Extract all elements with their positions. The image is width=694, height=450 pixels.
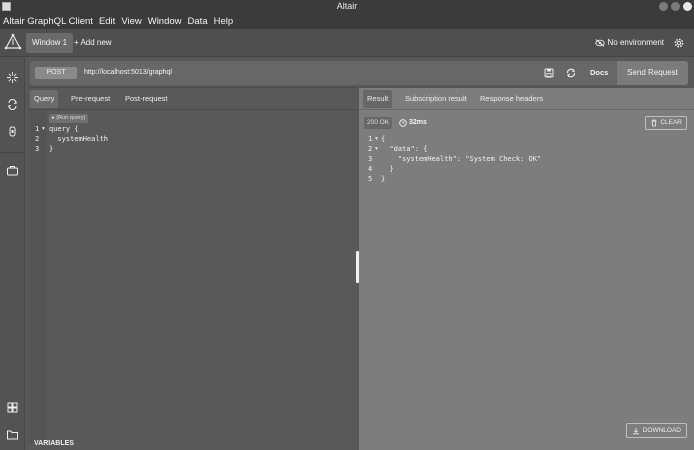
- json-line: }: [381, 175, 386, 183]
- code-line: systemHealth: [49, 135, 109, 143]
- code-line: }: [49, 145, 54, 153]
- url-bar: POST http://localhost:5013/graphql Docs …: [30, 61, 688, 85]
- line-number: 4: [368, 165, 373, 173]
- sparkle-icon[interactable]: [6, 71, 19, 84]
- editor-gutter: [29, 111, 47, 443]
- plugin-icon[interactable]: [6, 125, 19, 138]
- code-line: query {: [49, 125, 79, 133]
- menu-view[interactable]: View: [121, 16, 141, 27]
- clear-label: CLEAR: [660, 119, 682, 126]
- url-input[interactable]: http://localhost:5013/graphql: [84, 61, 172, 85]
- briefcase-icon[interactable]: [6, 164, 19, 177]
- json-line: }: [381, 165, 394, 173]
- json-line: {: [381, 135, 386, 143]
- response-time-value: 32ms: [409, 119, 427, 126]
- fold-arrow-icon[interactable]: ▼: [374, 146, 379, 152]
- save-icon[interactable]: [543, 67, 555, 79]
- json-line: "systemHealth": "System Check: OK": [381, 155, 542, 163]
- run-query-button[interactable]: ▸ (Run query): [49, 114, 89, 123]
- download-icon: [632, 427, 639, 434]
- fold-arrow-icon[interactable]: ▼: [374, 136, 379, 142]
- window-tab[interactable]: Window 1: [26, 33, 74, 53]
- eye-off-icon: [594, 39, 605, 47]
- altair-logo-icon[interactable]: [4, 33, 22, 51]
- line-number: 3: [35, 145, 40, 153]
- tab-query[interactable]: Query: [30, 90, 59, 108]
- menu-window[interactable]: Window: [148, 16, 182, 27]
- response-time: 32ms: [399, 117, 427, 129]
- status-badge: 200 OK: [364, 117, 393, 129]
- line-number: 2: [368, 145, 373, 153]
- folder-icon[interactable]: [6, 428, 19, 441]
- tab-result[interactable]: Result: [363, 90, 393, 108]
- line-number: 5: [368, 175, 373, 183]
- line-number: 2: [35, 135, 40, 143]
- minimize-button[interactable]: [659, 2, 668, 11]
- fold-arrow-icon[interactable]: ▼: [41, 126, 46, 132]
- tab-post-request[interactable]: Post-request: [121, 90, 172, 108]
- tab-pre-request[interactable]: Pre-request: [67, 90, 114, 108]
- window-tabs-bar: Window 1 + Add new No environment: [0, 29, 694, 57]
- environment-selector[interactable]: No environment: [594, 33, 664, 53]
- download-result-button[interactable]: DOWNLOAD: [625, 423, 687, 438]
- tab-response-headers[interactable]: Response headers: [476, 90, 547, 108]
- add-new-tab-button[interactable]: + Add new: [74, 33, 112, 53]
- result-panel-tabs: Result Subscription result Response head…: [359, 88, 694, 110]
- http-method-select[interactable]: POST: [35, 67, 77, 79]
- menu-help[interactable]: Help: [214, 16, 234, 27]
- docs-button[interactable]: Docs: [590, 61, 608, 85]
- line-number: 1: [35, 125, 40, 133]
- maximize-button[interactable]: [671, 2, 680, 11]
- variables-pane-toggle[interactable]: VARIABLES: [34, 440, 74, 447]
- menu-data[interactable]: Data: [188, 16, 208, 27]
- line-number: 3: [368, 155, 373, 163]
- tab-subscription-result[interactable]: Subscription result: [401, 90, 471, 108]
- line-number: 1: [368, 135, 373, 143]
- sidebar-divider: [0, 152, 25, 153]
- reload-schema-icon[interactable]: [565, 67, 577, 79]
- grid-icon[interactable]: [6, 401, 19, 414]
- trash-icon: [651, 119, 657, 127]
- query-panel: Query Pre-request Post-request ▸ (Run qu…: [29, 87, 357, 450]
- title-bar: Altair: [0, 0, 694, 13]
- query-panel-tabs: Query Pre-request Post-request: [29, 88, 357, 110]
- refresh-icon[interactable]: [6, 98, 19, 111]
- menu-edit[interactable]: Edit: [99, 16, 115, 27]
- sidebar: [0, 57, 25, 450]
- menu-app[interactable]: Altair GraphQL Client: [3, 16, 93, 27]
- close-button[interactable]: [683, 2, 692, 11]
- environment-label: No environment: [607, 38, 664, 47]
- json-line: "data": {: [381, 145, 428, 153]
- send-request-button[interactable]: Send Request: [617, 61, 688, 85]
- download-label: DOWNLOAD: [642, 427, 681, 434]
- clear-result-button[interactable]: CLEAR: [645, 116, 687, 130]
- menu-bar: Altair GraphQL Client Edit View Window D…: [0, 13, 694, 29]
- window-title: Altair: [336, 1, 358, 11]
- result-panel: Result Subscription result Response head…: [359, 87, 694, 450]
- settings-gear-icon[interactable]: [673, 37, 685, 49]
- clock-icon: [399, 119, 407, 127]
